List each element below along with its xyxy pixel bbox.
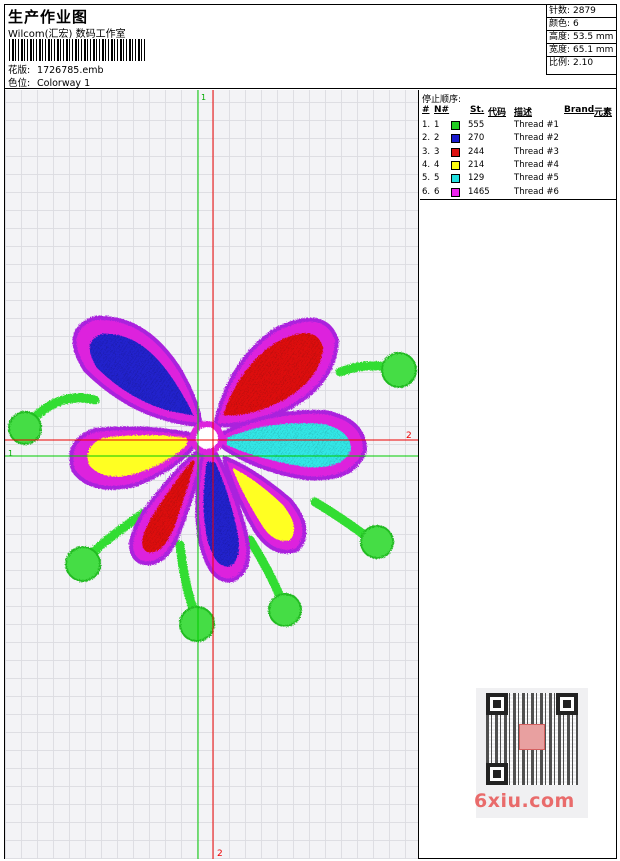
thread-row: 3. 3 244 Thread #3 [422, 147, 614, 160]
stats-box: 针数: 2879 颜色: 6 高度: 53.5 mm 宽度: 65.1 mm 比例: 2.… [546, 5, 616, 75]
col-n: N# [434, 105, 450, 115]
sheet-header: 生产作业图 Wilcom(汇宏) 数码工作室 花版: 1726785.emb 色… [5, 5, 616, 89]
thread-desc: Thread #3 [514, 146, 559, 157]
guide-label-h-green: 1 [8, 449, 13, 458]
qr-eye-tl [486, 693, 508, 715]
qr-eye-tr [556, 693, 578, 715]
thread-row: 4. 4 214 Thread #4 [422, 160, 614, 173]
petals [69, 315, 368, 583]
col-num: # [422, 105, 430, 115]
thread-color-swatch [451, 174, 460, 184]
guide-label-v-green: 1 [201, 93, 206, 102]
thread-num: 1. [422, 120, 431, 130]
sheet-title: 生产作业图 [8, 8, 89, 26]
qr-seal-logo [519, 724, 545, 750]
thread-row: 6. 6 1465 Thread #6 [422, 187, 614, 200]
thread-desc: Thread #1 [514, 120, 559, 130]
production-sheet: 生产作业图 Wilcom(汇宏) 数码工作室 花版: 1726785.emb 色… [4, 4, 617, 859]
thread-stitches: 1465 [468, 186, 490, 197]
company-name: Wilcom(汇宏) 数码工作室 [8, 29, 126, 40]
stat-scale: 比例: 2.10 [549, 58, 594, 68]
thread-color-swatch [451, 160, 460, 170]
watermark-brand: 6xiu.com [474, 790, 575, 812]
thread-row: 2. 2 270 Thread #2 [422, 133, 614, 146]
col-code: 代码 [488, 108, 507, 118]
embroidery-design-area: 1 2 1 2 [5, 90, 419, 859]
thread-stitches: 555 [468, 120, 485, 130]
stat-width: 宽度: 65.1 mm [547, 44, 616, 57]
thread-stitches: 129 [468, 173, 485, 184]
design-file-label: 花版: [8, 65, 31, 76]
thread-desc: Thread #2 [514, 133, 559, 144]
thread-num: 2. [422, 133, 431, 144]
thread-num: 4. [422, 159, 431, 170]
thread-stop-sequence: 停止顺序: # N# St. 代码 描述 Brand 元素 1. 1 555 Thre… [420, 90, 616, 200]
guide-label-h-red: 2 [406, 431, 412, 441]
thread-n: 6 [434, 186, 440, 197]
thread-n: 5 [434, 173, 440, 184]
thread-stitches: 214 [468, 159, 485, 170]
colorway-label: 色位: [8, 78, 31, 89]
stat-colors: 颜色: 6 [547, 18, 616, 31]
thread-row: 5. 5 129 Thread #5 [422, 173, 614, 186]
qr-eye-bl [486, 763, 508, 785]
thread-table-header: # N# St. 代码 描述 Brand 元素 [422, 105, 614, 118]
stat-height: 高度: 53.5 mm [547, 31, 616, 44]
thread-num: 6. [422, 186, 431, 197]
thread-n: 2 [434, 133, 440, 144]
thread-color-swatch [451, 121, 460, 130]
colorway-row: 色位: Colorway 1 [8, 75, 90, 89]
guide-label-v-red: 2 [217, 849, 223, 859]
embroidery-flower: 1 2 1 2 [5, 90, 418, 859]
colorway-value: Colorway 1 [37, 78, 91, 89]
thread-n: 3 [434, 146, 440, 157]
thread-stitches: 244 [468, 146, 485, 157]
thread-num: 3. [422, 146, 431, 157]
thread-panel-title: 停止顺序: [422, 95, 462, 105]
col-brand: Brand [564, 105, 595, 115]
thread-desc: Thread #6 [514, 186, 559, 197]
thread-color-swatch [451, 147, 460, 157]
stat-stitches: 针数: 2879 [547, 5, 616, 18]
barcode [9, 39, 145, 61]
thread-row: 1. 1 555 Thread #1 [422, 120, 614, 133]
thread-num: 5. [422, 173, 431, 184]
thread-stitches: 270 [468, 133, 485, 144]
thread-color-swatch [451, 187, 460, 197]
thread-desc: Thread #4 [514, 159, 559, 170]
thread-n: 4 [434, 159, 440, 170]
thread-desc: Thread #5 [514, 173, 559, 184]
thread-n: 1 [434, 120, 440, 130]
col-elem: 元素 [594, 108, 613, 118]
design-file-row: 花版: 1726785.emb [8, 62, 104, 76]
thread-color-swatch [451, 134, 460, 144]
col-desc: 描述 [514, 108, 533, 118]
col-st: St. [470, 105, 485, 115]
